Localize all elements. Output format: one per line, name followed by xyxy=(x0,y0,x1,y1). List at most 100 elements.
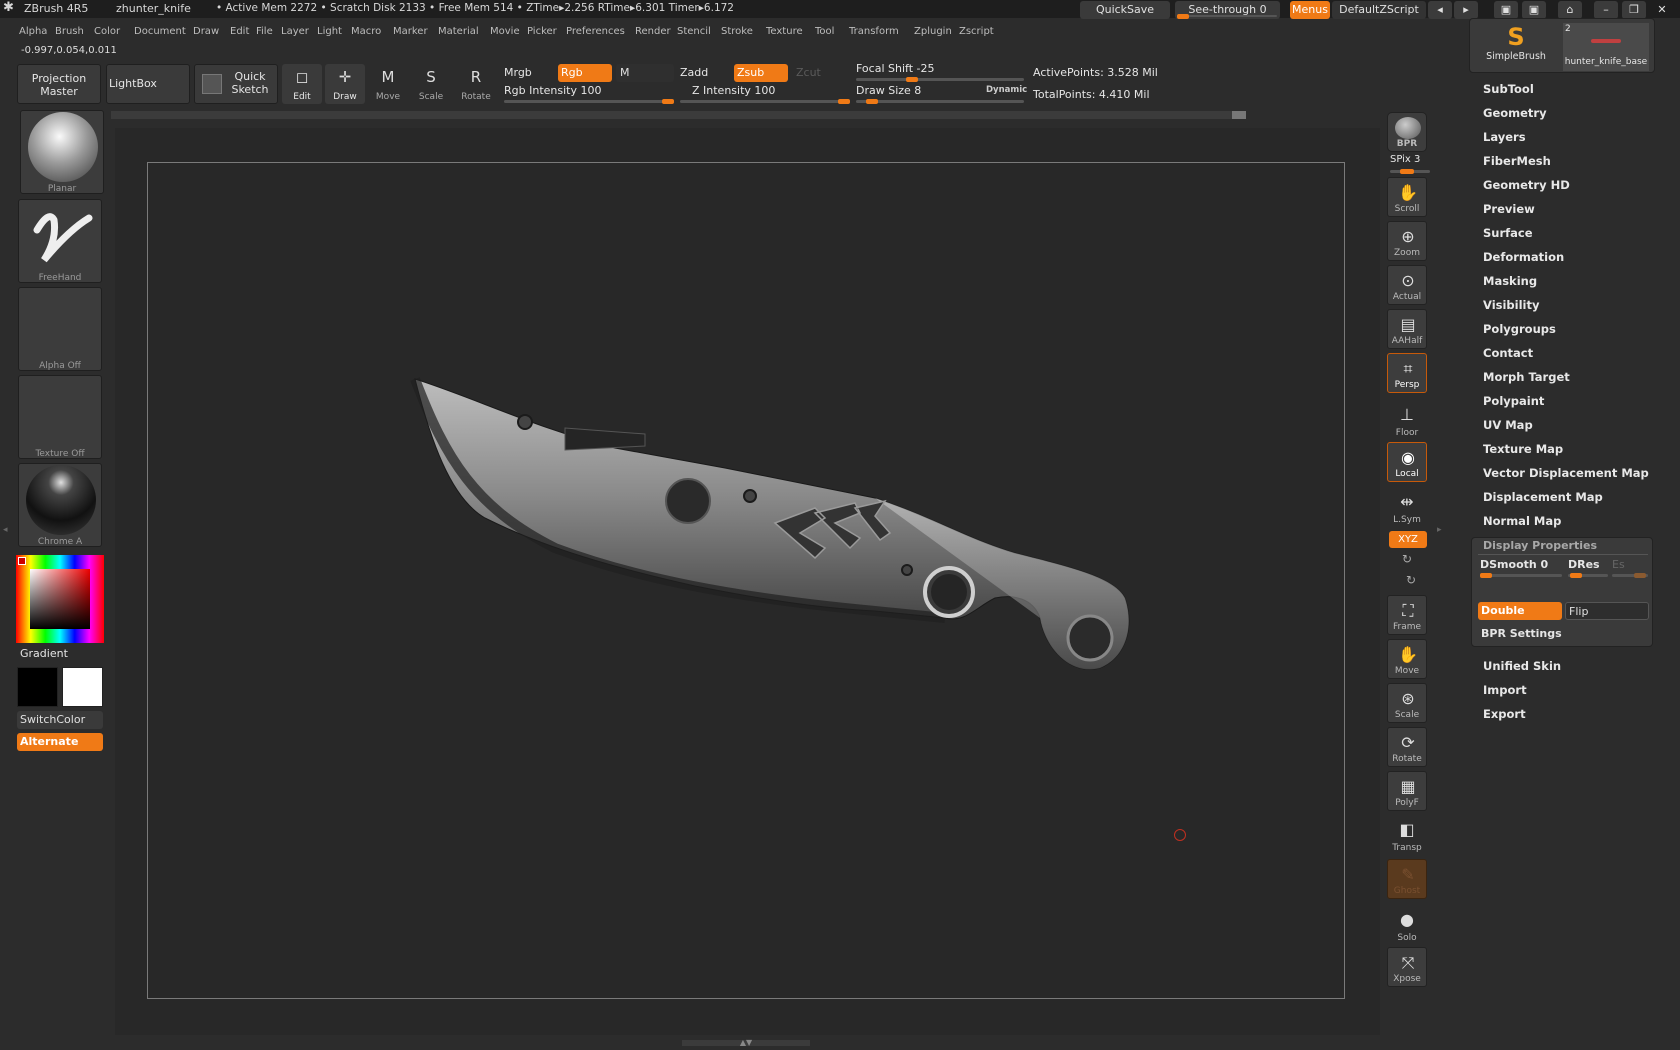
quick-sketch-button[interactable]: Quick Sketch xyxy=(194,64,278,104)
layout-prev-icon[interactable]: ◂ xyxy=(1428,1,1452,19)
menu-file[interactable]: File xyxy=(256,26,273,37)
lightbox-button[interactable]: LightBox xyxy=(106,64,190,104)
actual-button[interactable]: ⊙ Actual xyxy=(1387,265,1427,305)
menu-visibility[interactable]: Visibility xyxy=(1483,298,1539,312)
rotate-z-icon[interactable]: ↻ xyxy=(1406,573,1416,587)
menu-surface[interactable]: Surface xyxy=(1483,226,1533,240)
menu-preview[interactable]: Preview xyxy=(1483,202,1535,216)
bpr-button[interactable]: BPR xyxy=(1387,112,1427,152)
menu-layers[interactable]: Layers xyxy=(1483,130,1526,144)
menu-subtool[interactable]: SubTool xyxy=(1483,82,1534,96)
zoom-button[interactable]: ⊕ Zoom xyxy=(1387,221,1427,261)
zadd-button[interactable]: Zadd xyxy=(680,66,708,79)
layout-next-icon[interactable]: ▸ xyxy=(1454,1,1478,19)
primary-color-swatch[interactable] xyxy=(17,667,58,707)
es-slider[interactable] xyxy=(1612,573,1648,578)
aahalf-button[interactable]: ▤ AAHalf xyxy=(1387,309,1427,349)
bpr-settings-button[interactable]: BPR Settings xyxy=(1481,627,1562,640)
transp-button[interactable]: ◧ Transp xyxy=(1387,815,1427,855)
menu-tool[interactable]: Tool xyxy=(815,26,834,37)
xpose-button[interactable]: ⤧ Xpose xyxy=(1387,947,1427,987)
default-zscript-button[interactable]: DefaultZScript xyxy=(1332,1,1426,19)
menu-light[interactable]: Light xyxy=(317,26,342,37)
menu-contact[interactable]: Contact xyxy=(1483,346,1533,360)
zsub-button[interactable]: Zsub xyxy=(734,64,788,82)
polyf-button[interactable]: ▦ PolyF xyxy=(1387,771,1427,811)
zcut-button[interactable]: Zcut xyxy=(796,66,821,79)
menu-macro[interactable]: Macro xyxy=(351,26,381,37)
menu-polypaint[interactable]: Polypaint xyxy=(1483,394,1544,408)
menu-preferences[interactable]: Preferences xyxy=(566,26,625,37)
rgb-intensity-slider[interactable] xyxy=(504,99,674,104)
menu-alpha[interactable]: Alpha xyxy=(19,26,47,37)
gradient-label[interactable]: Gradient xyxy=(20,647,68,660)
menu-marker[interactable]: Marker xyxy=(393,26,428,37)
scroll-button[interactable]: ✋ Scroll xyxy=(1387,177,1427,217)
quicksave-button[interactable]: QuickSave xyxy=(1080,1,1170,19)
rgb-button[interactable]: Rgb xyxy=(558,64,612,82)
right-tray-collapse-icon[interactable]: ▸ xyxy=(1437,525,1442,535)
switch-color-button[interactable]: SwitchColor xyxy=(17,711,103,729)
canvas-scrollbar[interactable] xyxy=(111,111,1246,119)
menu-material[interactable]: Material xyxy=(438,26,479,37)
menu-uv-map[interactable]: UV Map xyxy=(1483,418,1533,432)
rotate-y-icon[interactable]: ↻ xyxy=(1402,552,1412,566)
menu-color[interactable]: Color xyxy=(94,26,120,37)
menu-geometry-hd[interactable]: Geometry HD xyxy=(1483,178,1570,192)
menu-draw[interactable]: Draw xyxy=(193,26,219,37)
menu-zplugin[interactable]: Zplugin xyxy=(914,26,952,37)
menu-transform[interactable]: Transform xyxy=(849,26,899,37)
floor-button[interactable]: ⊥ Floor xyxy=(1387,400,1427,440)
local-button[interactable]: ◉ Local xyxy=(1387,442,1427,482)
menu-movie[interactable]: Movie xyxy=(490,26,520,37)
secondary-color-swatch[interactable] xyxy=(62,667,103,707)
menu-geometry[interactable]: Geometry xyxy=(1483,106,1547,120)
m-button[interactable]: M xyxy=(616,64,674,82)
flip-button[interactable]: Flip xyxy=(1565,602,1649,620)
rotate-button[interactable]: R Rotate xyxy=(456,64,496,104)
alpha-slot[interactable]: Alpha Off xyxy=(18,287,102,371)
move-button[interactable]: M Move xyxy=(368,64,408,104)
restore-icon[interactable]: ❐ xyxy=(1622,1,1646,19)
menu-import[interactable]: Import xyxy=(1483,683,1527,697)
menu-texture[interactable]: Texture xyxy=(766,26,803,37)
menu-texture-map[interactable]: Texture Map xyxy=(1483,442,1563,456)
menu-deformation[interactable]: Deformation xyxy=(1483,250,1564,264)
material-slot[interactable]: Chrome A xyxy=(18,463,102,547)
ghost-button[interactable]: ✎ Ghost xyxy=(1387,859,1427,899)
menu-morph-target[interactable]: Morph Target xyxy=(1483,370,1570,384)
dres-slider[interactable] xyxy=(1568,573,1608,578)
stroke-slot[interactable]: FreeHand xyxy=(18,199,102,283)
dsmooth-slider[interactable] xyxy=(1480,573,1562,578)
edit-button[interactable]: ◻ Edit xyxy=(282,64,322,104)
lock-icon[interactable]: ⌂ xyxy=(1558,1,1582,19)
color-picker[interactable] xyxy=(16,555,104,643)
rotate-view-button[interactable]: ⟳ Rotate xyxy=(1387,727,1427,767)
menu-fibermesh[interactable]: FiberMesh xyxy=(1483,154,1551,168)
display-properties-header[interactable]: Display Properties xyxy=(1483,539,1597,552)
solo-button[interactable]: ● Solo xyxy=(1387,905,1427,945)
menu-picker[interactable]: Picker xyxy=(527,26,557,37)
menu-render[interactable]: Render xyxy=(635,26,671,37)
menu-zscript[interactable]: Zscript xyxy=(959,26,994,37)
frame-button[interactable]: ⛶ Frame xyxy=(1387,595,1427,635)
focal-shift-slider[interactable] xyxy=(856,77,1024,82)
menu-stroke[interactable]: Stroke xyxy=(721,26,753,37)
persp-button[interactable]: ⌗ Persp xyxy=(1387,353,1427,393)
menu-unified-skin[interactable]: Unified Skin xyxy=(1483,659,1561,673)
see-through-slider[interactable]: See-through 0 xyxy=(1175,1,1280,19)
mrgb-button[interactable]: Mrgb xyxy=(504,66,532,79)
window-layout2-icon[interactable]: ▣ xyxy=(1522,1,1546,19)
document-canvas[interactable] xyxy=(115,128,1380,1035)
z-intensity-slider[interactable] xyxy=(680,99,850,104)
close-icon[interactable]: ✕ xyxy=(1650,1,1674,19)
xyz-button[interactable]: XYZ xyxy=(1389,531,1427,548)
scale-button[interactable]: S Scale xyxy=(411,64,451,104)
double-button[interactable]: Double xyxy=(1478,602,1562,620)
menus-button[interactable]: Menus xyxy=(1290,1,1330,19)
canvas-bottom-scroll[interactable]: ▲▼ xyxy=(682,1039,810,1047)
texture-slot[interactable]: Texture Off xyxy=(18,375,102,459)
menu-edit[interactable]: Edit xyxy=(230,26,249,37)
lsym-button[interactable]: ⇹ L.Sym xyxy=(1387,487,1427,527)
menu-polygroups[interactable]: Polygroups xyxy=(1483,322,1556,336)
